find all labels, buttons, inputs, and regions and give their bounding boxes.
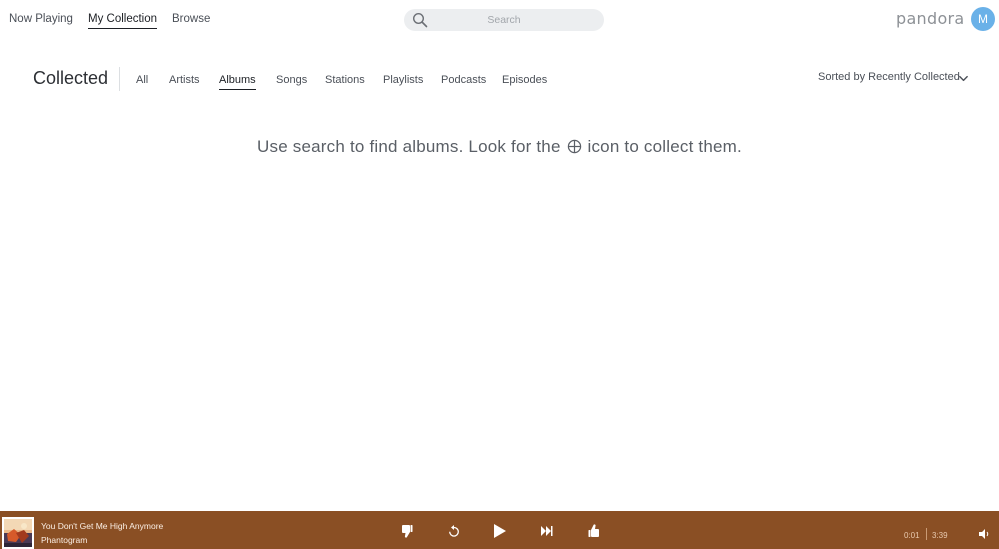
top-navigation: Now Playing My Collection Browse pandora… [0, 0, 999, 40]
avatar[interactable]: M [971, 7, 995, 31]
empty-state-text-after: icon to collect them. [587, 137, 742, 156]
empty-state-text-before: Use search to find albums. Look for the [257, 137, 561, 156]
replay-icon[interactable] [448, 524, 460, 538]
tab-albums[interactable]: Albums [219, 74, 256, 90]
current-time: 0:01 [904, 531, 920, 540]
thumbs-down-icon[interactable] [401, 524, 413, 538]
play-icon[interactable] [493, 523, 507, 539]
time-divider [926, 528, 927, 540]
nav-my-collection[interactable]: My Collection [88, 13, 158, 29]
tab-playlists[interactable]: Playlists [383, 74, 423, 86]
tab-songs[interactable]: Songs [276, 74, 307, 86]
player-bar: You Don't Get Me High Anymore Phantogram… [0, 511, 999, 549]
pandora-logo[interactable]: pandora [896, 9, 965, 28]
album-art[interactable] [2, 517, 34, 549]
thumbs-up-icon[interactable] [588, 524, 600, 538]
volume-icon[interactable] [979, 529, 990, 539]
circle-plus-icon [567, 139, 581, 154]
empty-state-message: Use search to find albums. Look for the … [0, 137, 999, 157]
skip-forward-icon[interactable] [540, 524, 553, 538]
track-title[interactable]: You Don't Get Me High Anymore [41, 521, 163, 531]
chevron-down-icon[interactable] [958, 73, 969, 84]
search-icon[interactable] [412, 12, 428, 28]
tab-podcasts[interactable]: Podcasts [441, 74, 486, 86]
nav-browse[interactable]: Browse [172, 13, 210, 25]
tab-artists[interactable]: Artists [169, 74, 200, 86]
search-input[interactable] [434, 9, 574, 31]
track-artist[interactable]: Phantogram [41, 535, 87, 545]
collection-title: Collected [33, 68, 109, 88]
tab-episodes[interactable]: Episodes [502, 74, 547, 86]
tab-stations[interactable]: Stations [325, 74, 365, 86]
header-divider [119, 67, 120, 91]
nav-now-playing[interactable]: Now Playing [9, 13, 73, 25]
search-box[interactable] [404, 9, 604, 31]
sort-dropdown[interactable]: Sorted by Recently Collected [818, 71, 960, 83]
total-time: 3:39 [932, 531, 948, 540]
album-art-image [2, 517, 34, 549]
tab-all[interactable]: All [136, 74, 148, 86]
